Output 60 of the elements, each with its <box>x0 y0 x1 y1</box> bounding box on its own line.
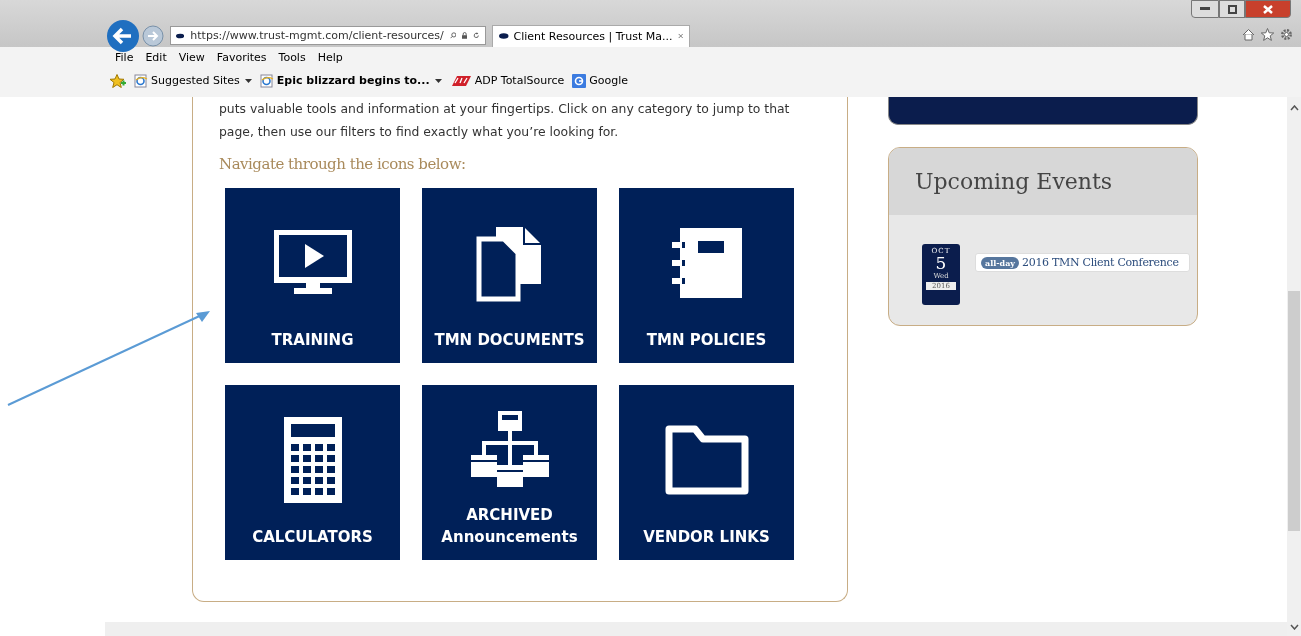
scrollbar[interactable] <box>1287 97 1301 636</box>
notebook-icon <box>671 227 742 298</box>
logo-icon <box>449 74 472 87</box>
minimize-button[interactable] <box>1191 0 1219 18</box>
scroll-thumb[interactable] <box>1288 291 1300 531</box>
browser-tab[interactable]: Client Resources | Trust Ma... <box>492 24 690 47</box>
favorite-link[interactable]: Google <box>589 74 629 87</box>
tab-title: Client Resources | Trust Ma... <box>513 29 673 43</box>
close-icon <box>1263 4 1273 14</box>
site-logo-icon <box>176 31 185 40</box>
scroll-down-icon[interactable] <box>1289 624 1299 630</box>
resource-tile[interactable]: CALCULATORS <box>225 385 400 560</box>
scroll-up-icon[interactable] <box>1289 105 1299 111</box>
browser-page-icon <box>259 73 274 88</box>
resource-tile[interactable]: TRAINING <box>225 188 400 363</box>
calculator-icon <box>283 416 342 503</box>
browser-page-icon <box>134 73 148 88</box>
resource-tile[interactable]: ARCHIVED Announcements <box>422 385 597 560</box>
section-heading: Navigate through the icons below: <box>219 155 467 173</box>
home-icon[interactable] <box>1242 28 1255 41</box>
resource-tile[interactable]: VENDOR LINKS <box>619 385 794 560</box>
dropdown-arrow-icon[interactable] <box>434 79 442 83</box>
resource-tile[interactable]: TMN POLICIES <box>619 188 794 363</box>
dropdown-arrow-icon[interactable] <box>244 79 252 83</box>
intro-paragraph: puts valuable tools and information at your fingertips. Click on any category to jump to that page, then use our filters to find exactly what you’re looking for. <box>219 100 791 141</box>
search-icon[interactable] <box>449 30 457 41</box>
close-icon[interactable] <box>677 32 683 40</box>
menu-item[interactable]: Help <box>317 51 343 64</box>
site-logo-icon <box>499 32 509 40</box>
folder-icon <box>664 424 749 495</box>
monitor-play-icon <box>273 229 352 296</box>
lock-icon <box>462 30 468 41</box>
restore-button[interactable] <box>1219 0 1245 18</box>
menu-item[interactable]: File <box>115 51 134 64</box>
settings-icon[interactable] <box>1280 28 1293 41</box>
back-button[interactable] <box>106 18 140 53</box>
favorite-link[interactable]: ADP TotalSource <box>474 74 565 87</box>
restore-icon <box>1227 4 1237 14</box>
close-button[interactable] <box>1245 0 1291 18</box>
all-day-tag: all-day <box>981 256 1019 269</box>
event-link[interactable]: all-day 2016 TMN Client Conference <box>975 253 1190 272</box>
card-title: Upcoming Events <box>889 148 1197 215</box>
minimize-icon <box>1200 7 1210 11</box>
day-text: 5 <box>935 255 947 272</box>
address-bar[interactable]: https://www.trust-mgmt.com/client-resources/ <box>170 26 486 45</box>
favorite-link[interactable]: Suggested Sites <box>151 74 252 87</box>
event-title: 2016 TMN Client Conference <box>1022 256 1179 269</box>
resource-tile[interactable]: TMN DOCUMENTS <box>422 188 597 363</box>
forward-button[interactable] <box>142 24 164 47</box>
menu-item[interactable]: View <box>178 51 205 64</box>
favorites-star-icon[interactable] <box>110 73 126 88</box>
menu-item[interactable]: Tools <box>278 51 306 64</box>
favorite-link[interactable]: Epic blizzard begins to... <box>276 74 442 87</box>
menu-item[interactable]: Favorites <box>216 51 267 64</box>
menu-item[interactable]: Edit <box>145 51 167 64</box>
url-text: https://www.trust-mgmt.com/client-resources/ <box>190 29 444 42</box>
hierarchy-chart-icon <box>470 410 549 487</box>
star-icon[interactable] <box>1261 28 1274 41</box>
refresh-icon[interactable] <box>473 30 480 41</box>
g-logo-icon <box>572 73 587 88</box>
